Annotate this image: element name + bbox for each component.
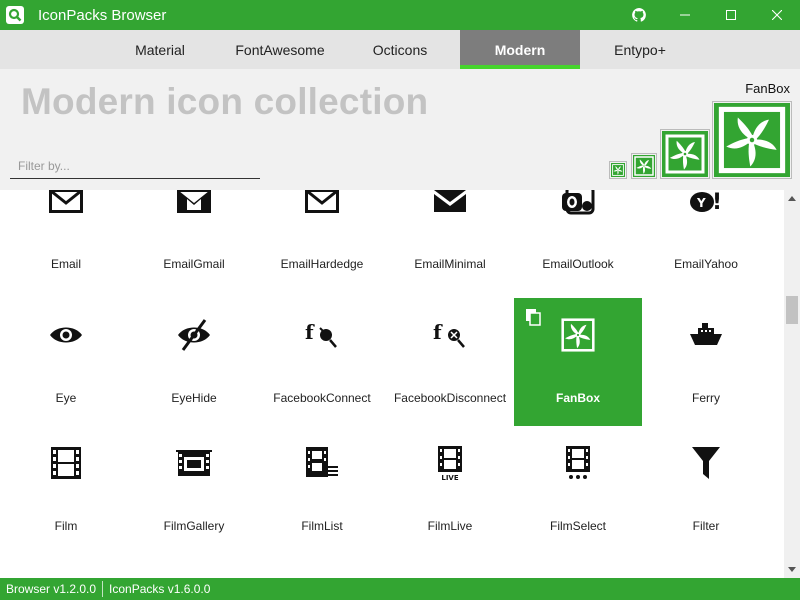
- github-icon[interactable]: [624, 0, 654, 30]
- icon-label: EmailHardedge: [280, 257, 364, 271]
- collection-header: Modern icon collection Filter by... FanB…: [0, 69, 800, 190]
- preview-fan-box-icon-sm: [631, 153, 657, 179]
- vertical-scrollbar[interactable]: [784, 190, 800, 578]
- preview-fan-box-icon-xs: [609, 161, 627, 179]
- minimize-icon: [680, 14, 690, 16]
- film-select-icon: [514, 446, 642, 480]
- fan-box-icon: [514, 318, 642, 352]
- film-icon: [2, 446, 130, 480]
- app-logo-icon: [6, 6, 24, 24]
- email-hardedge-icon: [258, 190, 386, 218]
- status-bar: Browser v1.2.0.0 IconPacks v1.6.0.0: [0, 578, 800, 600]
- icon-tile-film-live[interactable]: LIVE FilmLive: [386, 426, 514, 554]
- icon-label: EyeHide: [171, 391, 217, 405]
- close-button[interactable]: [754, 0, 800, 30]
- icon-tile-ferry[interactable]: Ferry: [642, 298, 770, 426]
- icon-label: FilmSelect: [549, 519, 606, 533]
- eye-hide-icon: [130, 318, 258, 352]
- svg-text:!: !: [712, 190, 722, 214]
- maximize-icon: [726, 10, 736, 20]
- icon-label: FilmList: [301, 519, 343, 533]
- icon-grid: Email EmailGmail EmailHardedge EmailMini…: [0, 190, 784, 578]
- icon-tile-email-outlook[interactable]: EmailOutlook: [514, 190, 642, 292]
- icon-tile-email-gmail[interactable]: EmailGmail: [130, 190, 258, 292]
- facebook-disconnect-icon: f: [386, 318, 514, 352]
- icon-label: EmailOutlook: [542, 257, 614, 271]
- icon-label: Ferry: [692, 391, 720, 405]
- icon-label: FanBox: [555, 391, 600, 405]
- close-icon: [772, 10, 782, 20]
- email-outlook-icon: [514, 190, 642, 218]
- icon-label: Eye: [55, 391, 77, 405]
- icon-tile-email-minimal[interactable]: EmailMinimal: [386, 190, 514, 292]
- icon-tile-film-select[interactable]: FilmSelect: [514, 426, 642, 554]
- title-bar: IconPacks Browser: [0, 0, 800, 30]
- icon-label: EmailGmail: [163, 257, 225, 271]
- page-title: Modern icon collection: [21, 81, 429, 122]
- icon-tile-email-yahoo[interactable]: Y! EmailYahoo: [642, 190, 770, 292]
- preview-fan-box-icon-lg: [712, 101, 792, 179]
- scroll-down-icon[interactable]: [784, 562, 800, 578]
- icon-label: Email: [50, 257, 81, 271]
- icon-tile-fan-box[interactable]: FanBox: [514, 298, 642, 426]
- tab-octicons[interactable]: Octicons: [340, 30, 460, 69]
- email-gmail-icon: [130, 190, 258, 218]
- icon-tile-film[interactable]: Film: [2, 426, 130, 554]
- svg-text:f: f: [305, 321, 315, 344]
- icon-tile-email-hardedge[interactable]: EmailHardedge: [258, 190, 386, 292]
- email-minimal-icon: [386, 190, 514, 218]
- icon-tile-film-list[interactable]: FilmList: [258, 426, 386, 554]
- preview-fan-box-icon-md: [660, 129, 710, 179]
- scroll-up-icon[interactable]: [784, 190, 800, 206]
- email-yahoo-icon: Y!: [642, 190, 770, 218]
- icon-label: FilmLive: [427, 519, 473, 533]
- icon-tile-facebook-disconnect[interactable]: f FacebookDisconnect: [386, 298, 514, 426]
- email-icon: [2, 190, 130, 218]
- maximize-button[interactable]: [708, 0, 754, 30]
- tab-entypo[interactable]: Entypo+: [580, 30, 700, 69]
- icon-tile-facebook-connect[interactable]: f FacebookConnect: [258, 298, 386, 426]
- selected-icon-name: FanBox: [745, 81, 790, 96]
- ferry-icon: [642, 318, 770, 352]
- scrollbar-thumb[interactable]: [786, 296, 798, 324]
- icon-label: EmailMinimal: [414, 257, 486, 271]
- icon-label: Film: [54, 519, 78, 533]
- window-title: IconPacks Browser: [38, 6, 167, 24]
- minimize-button[interactable]: [662, 0, 708, 30]
- icon-tile-email[interactable]: Email: [2, 190, 130, 292]
- icon-tile-film-gallery[interactable]: FilmGallery: [130, 426, 258, 554]
- icon-tile-eye[interactable]: Eye: [2, 298, 130, 426]
- icon-tile-filter[interactable]: Filter: [642, 426, 770, 554]
- iconpacks-version: IconPacks v1.6.0.0: [109, 582, 211, 596]
- facebook-connect-icon: f: [258, 318, 386, 352]
- tab-modern[interactable]: Modern: [460, 30, 580, 69]
- svg-text:LIVE: LIVE: [441, 474, 458, 481]
- icon-label: Filter: [692, 519, 720, 533]
- tab-bar: Material FontAwesome Octicons Modern Ent…: [0, 30, 800, 69]
- icon-label: EmailYahoo: [674, 257, 738, 271]
- filter-input[interactable]: Filter by...: [10, 153, 260, 179]
- svg-text:f: f: [433, 321, 443, 344]
- film-list-icon: [258, 446, 386, 480]
- svg-text:Y: Y: [696, 196, 706, 210]
- tab-material[interactable]: Material: [100, 30, 220, 69]
- icon-tile-eye-hide[interactable]: EyeHide: [130, 298, 258, 426]
- film-gallery-icon: [130, 446, 258, 480]
- tab-fontawesome[interactable]: FontAwesome: [220, 30, 340, 69]
- filter-icon: [642, 446, 770, 480]
- icon-label: FacebookDisconnect: [393, 391, 507, 405]
- film-live-icon: LIVE: [386, 446, 514, 481]
- browser-version: Browser v1.2.0.0: [6, 582, 97, 596]
- eye-icon: [2, 318, 130, 352]
- icon-label: FilmGallery: [163, 519, 225, 533]
- icon-label: FacebookConnect: [273, 391, 371, 405]
